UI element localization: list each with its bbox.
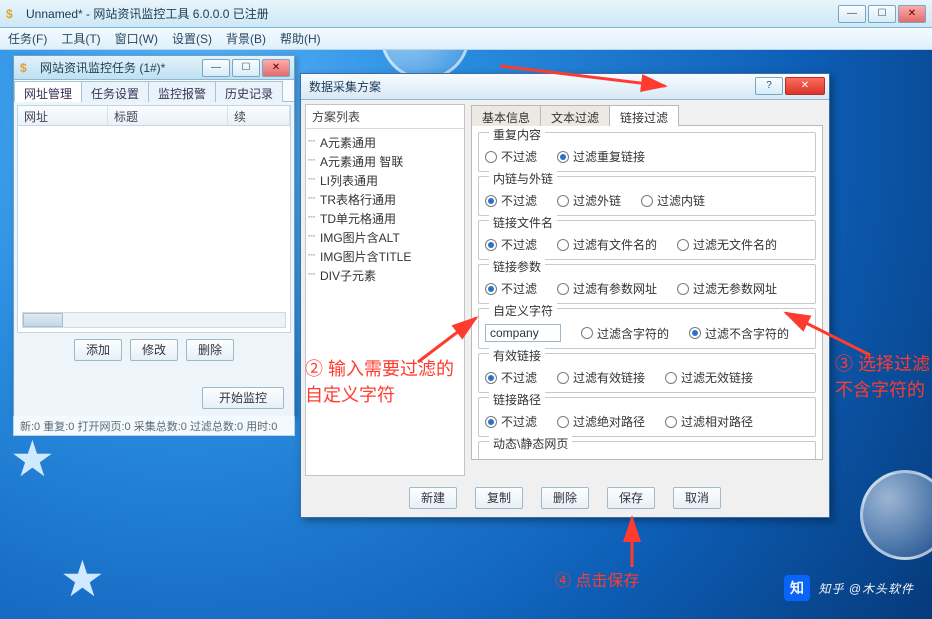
tree-item[interactable]: IMG图片含ALT: [320, 228, 460, 247]
task-window: $ 网站资讯监控任务 (1#)* — ☐ ✕ 网址管理 任务设置 监控报警 历史…: [13, 55, 295, 417]
arrow-icon: [612, 512, 662, 575]
col-title[interactable]: 标题: [108, 106, 228, 125]
del-button[interactable]: 删除: [186, 339, 234, 361]
collect-scheme-dialog: 数据采集方案 ? ✕ 方案列表 A元素通用 A元素通用 智联 LI列表通用 TR…: [300, 73, 830, 518]
start-monitor-button[interactable]: 开始监控: [202, 387, 284, 409]
radio-fname-1[interactable]: 过滤有文件名的: [557, 236, 657, 253]
radio-inout-0[interactable]: 不过滤: [485, 192, 537, 209]
tree-item[interactable]: DIV子元素: [320, 266, 460, 285]
main-titlebar: $ Unnamed* - 网站资讯监控工具 6.0.0.0 已注册 — ☐ ✕: [0, 0, 932, 28]
group-inout: 内链与外链 不过滤 过滤外链 过滤内链: [478, 176, 816, 216]
dialog-help-button[interactable]: ?: [755, 77, 783, 95]
radio-path-2[interactable]: 过滤相对路径: [665, 413, 753, 430]
scheme-tree[interactable]: A元素通用 A元素通用 智联 LI列表通用 TR表格行通用 TD单元格通用 IM…: [306, 129, 464, 289]
tree-title: 方案列表: [306, 105, 464, 129]
task-minimize-button[interactable]: —: [202, 59, 230, 77]
subtab-basic[interactable]: 基本信息: [471, 105, 541, 126]
tab-task-settings[interactable]: 任务设置: [81, 81, 149, 102]
radio-dup-0[interactable]: 不过滤: [485, 148, 537, 165]
radio-path-1[interactable]: 过滤绝对路径: [557, 413, 645, 430]
group-dup: 重复内容 不过滤 过滤重复链接: [478, 132, 816, 172]
group-custom: 自定义字符 过滤含字符的 过滤不含字符的: [478, 308, 816, 349]
menu-window[interactable]: 窗口(W): [115, 30, 158, 47]
status-bar: 新:0 重复:0 打开网页:0 采集总数:0 过滤总数:0 用时:0: [13, 416, 295, 436]
group-param: 链接参数 不过滤 过滤有参数网址 过滤无参数网址: [478, 264, 816, 304]
watermark: 知 知乎 @木头软件: [784, 575, 914, 601]
radio-param-2[interactable]: 过滤无参数网址: [677, 280, 777, 297]
url-list: 网址 标题 续: [17, 105, 291, 333]
tab-monitor-alert[interactable]: 监控报警: [148, 81, 216, 102]
menu-task[interactable]: 任务(F): [8, 30, 47, 47]
annotation-3: ③ 选择过滤不含字符的: [835, 350, 932, 402]
link-filter-pane: 重复内容 不过滤 过滤重复链接 内链与外链 不过滤 过滤外链 过滤内链 链接文件…: [471, 126, 823, 460]
radio-inout-2[interactable]: 过滤内链: [641, 192, 705, 209]
radio-param-0[interactable]: 不过滤: [485, 280, 537, 297]
radio-custom-0[interactable]: 过滤含字符的: [581, 325, 669, 342]
app-icon: $: [6, 7, 20, 21]
group-path: 链接路径 不过滤 过滤绝对路径 过滤相对路径: [478, 397, 816, 437]
radio-fname-0[interactable]: 不过滤: [485, 236, 537, 253]
hscrollbar[interactable]: [22, 312, 286, 328]
tree-item[interactable]: A元素通用: [320, 133, 460, 152]
main-maximize-button[interactable]: ☐: [868, 5, 896, 23]
radio-dyn-0[interactable]: 不过滤: [485, 457, 537, 460]
main-title: Unnamed* - 网站资讯监控工具 6.0.0.0 已注册: [26, 5, 838, 22]
radio-dyn-2[interactable]: 过滤静态网页: [665, 457, 753, 460]
group-dyn: 动态\静态网页 不过滤 过滤动态网页 过滤静态网页: [478, 441, 816, 460]
cancel-button[interactable]: 取消: [673, 487, 721, 509]
task-icon: $: [20, 61, 34, 75]
radio-fname-2[interactable]: 过滤无文件名的: [677, 236, 777, 253]
task-window-title: 网站资讯监控任务 (1#)*: [40, 59, 165, 76]
tab-history[interactable]: 历史记录: [215, 81, 283, 102]
zhihu-logo-icon: 知: [784, 575, 810, 601]
tree-item[interactable]: TR表格行通用: [320, 190, 460, 209]
radio-valid-0[interactable]: 不过滤: [485, 369, 537, 386]
main-close-button[interactable]: ✕: [898, 5, 926, 23]
task-close-button[interactable]: ✕: [262, 59, 290, 77]
add-button[interactable]: 添加: [74, 339, 122, 361]
menu-tools[interactable]: 工具(T): [61, 30, 100, 47]
annotation-4: ④ 点击保存: [555, 567, 639, 591]
subtab-link[interactable]: 链接过滤: [609, 105, 679, 126]
tree-item[interactable]: IMG图片含TITLE: [320, 247, 460, 266]
tab-url-manage[interactable]: 网址管理: [14, 81, 82, 102]
edit-button[interactable]: 修改: [130, 339, 178, 361]
tree-item[interactable]: TD单元格通用: [320, 209, 460, 228]
menu-settings[interactable]: 设置(S): [172, 30, 212, 47]
save-button[interactable]: 保存: [607, 487, 655, 509]
col-cont[interactable]: 续: [228, 106, 290, 125]
radio-path-0[interactable]: 不过滤: [485, 413, 537, 430]
group-valid: 有效链接 不过滤 过滤有效链接 过滤无效链接: [478, 353, 816, 393]
main-menubar: 任务(F) 工具(T) 窗口(W) 设置(S) 背景(B) 帮助(H): [0, 28, 932, 50]
new-button[interactable]: 新建: [409, 487, 457, 509]
radio-dup-1[interactable]: 过滤重复链接: [557, 148, 645, 165]
tree-item[interactable]: LI列表通用: [320, 171, 460, 190]
radio-custom-1[interactable]: 过滤不含字符的: [689, 325, 789, 342]
dialog-close-button[interactable]: ✕: [785, 77, 825, 95]
group-fname: 链接文件名 不过滤 过滤有文件名的 过滤无文件名的: [478, 220, 816, 260]
dialog-title: 数据采集方案: [309, 78, 381, 95]
tree-item[interactable]: A元素通用 智联: [320, 152, 460, 171]
copy-button[interactable]: 复制: [475, 487, 523, 509]
radio-inout-1[interactable]: 过滤外链: [557, 192, 621, 209]
menu-bg[interactable]: 背景(B): [226, 30, 266, 47]
delete-button[interactable]: 删除: [541, 487, 589, 509]
task-maximize-button[interactable]: ☐: [232, 59, 260, 77]
radio-valid-2[interactable]: 过滤无效链接: [665, 369, 753, 386]
radio-valid-1[interactable]: 过滤有效链接: [557, 369, 645, 386]
menu-help[interactable]: 帮助(H): [280, 30, 321, 47]
radio-dyn-1[interactable]: 过滤动态网页: [557, 457, 645, 460]
custom-filter-input[interactable]: [485, 324, 561, 342]
main-minimize-button[interactable]: —: [838, 5, 866, 23]
subtab-text[interactable]: 文本过滤: [540, 105, 610, 126]
col-url[interactable]: 网址: [18, 106, 108, 125]
radio-param-1[interactable]: 过滤有参数网址: [557, 280, 657, 297]
